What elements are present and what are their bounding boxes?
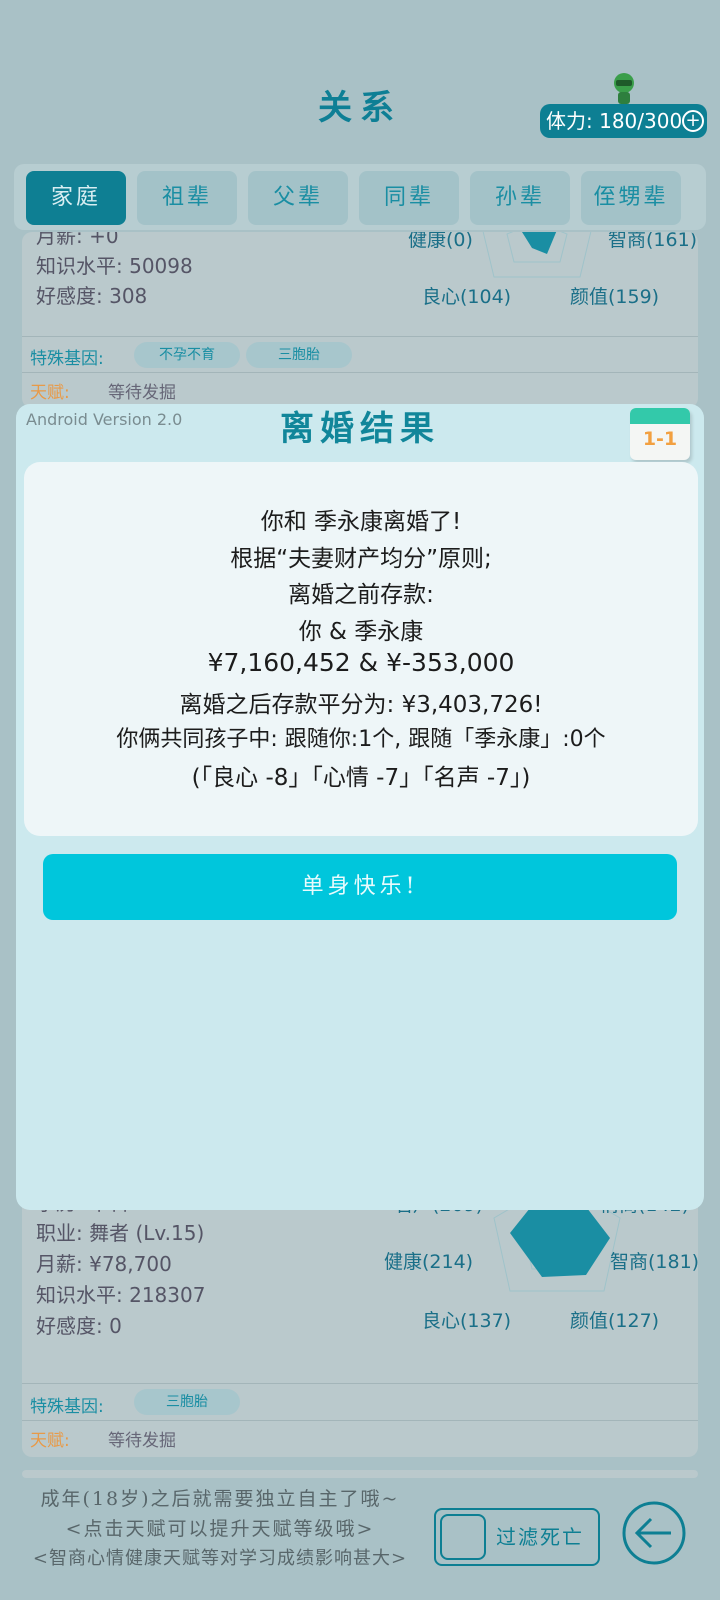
- back-arrow-icon[interactable]: [621, 1500, 687, 1566]
- gene-badge: 三胞胎: [134, 1389, 240, 1415]
- tab-peers[interactable]: 同辈: [359, 171, 459, 225]
- energy-value: 180/300: [599, 109, 683, 133]
- tip-text: <点击天赋可以提升天赋等级哦>: [65, 1518, 375, 1540]
- filter-dead-toggle[interactable]: 过滤死亡: [434, 1508, 600, 1566]
- tab-grandparents[interactable]: 祖辈: [137, 171, 237, 225]
- gene-label: 特殊基因:: [30, 1397, 104, 1417]
- stat-iq: 智商(161): [608, 232, 698, 251]
- energy-indicator: 体力: 180/300 +: [540, 104, 707, 138]
- relative-card[interactable]: [22, 1470, 698, 1478]
- gene-label: 特殊基因:: [30, 349, 104, 369]
- tip-text: <智商心情健康天赋等对学习成绩影响甚大>: [32, 1548, 408, 1569]
- message-line: 你俩共同孩子中: 跟随你:1个, 跟随「季永康」:0个: [116, 727, 606, 752]
- salary-text: 月薪: ¥78,700: [36, 1252, 172, 1276]
- stat-looks: 颜值(159): [570, 286, 660, 308]
- message-line: 离婚之后存款平分为: ¥3,403,726!: [179, 692, 543, 718]
- divider: [22, 336, 698, 337]
- favor-text: 好感度: 0: [36, 1314, 122, 1338]
- gene-badge: 三胞胎: [246, 342, 352, 368]
- knowledge-text: 知识水平: 218307: [36, 1283, 206, 1307]
- tab-parents[interactable]: 父辈: [248, 171, 348, 225]
- calendar-icon: 1-1: [630, 396, 694, 460]
- divider: [22, 1420, 698, 1421]
- stat-iq: 智商(181): [610, 1251, 698, 1273]
- result-message: 你和 季永康离婚了! 根据“夫妻财产均分”原则; 离婚之前存款: 你 & 季永康…: [24, 462, 698, 836]
- talent-label: 天赋:: [30, 383, 70, 403]
- relative-card[interactable]: 月薪: +0 知识水平: 50098 好感度: 308 健康(0) 智商(161…: [22, 232, 698, 408]
- message-line: ¥7,160,452 & ¥-353,000: [207, 648, 515, 677]
- stat-conscience: 良心(137): [422, 1310, 512, 1332]
- relation-tabs: 家庭 祖辈 父辈 同辈 孙辈 侄甥辈: [14, 164, 706, 230]
- favor-text: 好感度: 308: [36, 284, 148, 308]
- confirm-button[interactable]: 单身快乐!: [43, 854, 677, 920]
- salary-text: 月薪: +0: [36, 232, 119, 248]
- avatar-icon: [614, 73, 634, 104]
- stat-health: 健康(0): [408, 232, 473, 251]
- stat-conscience: 良心(104): [422, 286, 512, 308]
- tab-family[interactable]: 家庭: [26, 171, 126, 225]
- dialog-title: 离婚结果: [280, 409, 440, 449]
- tab-grandchildren[interactable]: 孙辈: [470, 171, 570, 225]
- gene-badge: 不孕不育: [134, 342, 240, 368]
- divider: [22, 1383, 698, 1384]
- talent-value[interactable]: 等待发掘: [108, 1426, 176, 1451]
- divider: [22, 372, 698, 373]
- knowledge-text: 知识水平: 50098: [36, 254, 193, 278]
- stat-looks: 颜值(127): [570, 1310, 660, 1332]
- message-line: 根据“夫妻财产均分”原则;: [230, 546, 492, 572]
- calendar-date: 1-1: [642, 428, 678, 450]
- stat-health: 健康(214): [384, 1251, 474, 1273]
- tab-nephews[interactable]: 侄甥辈: [581, 171, 681, 225]
- message-line: 离婚之前存款:: [288, 582, 434, 608]
- plus-icon[interactable]: +: [682, 110, 704, 132]
- message-line: (「良心 -8」「心情 -7」「名声 -7」): [191, 765, 531, 791]
- message-line: 你 & 季永康: [298, 619, 424, 645]
- filter-label: 过滤死亡: [496, 1525, 584, 1549]
- message-line: 你和 季永康离婚了!: [260, 509, 462, 535]
- talent-value[interactable]: 等待发掘: [108, 378, 176, 403]
- divorce-result-dialog: Android Version 2.0 离婚结果 1-1 你和 季永康离婚了! …: [16, 404, 704, 1210]
- energy-label: 体力:: [546, 109, 593, 133]
- job-text: 职业: 舞者 (Lv.15): [36, 1221, 205, 1245]
- tip-text: 成年(18岁)之后就需要独立自主了哦~: [40, 1488, 400, 1510]
- relative-card[interactable]: 学历: 本科 职业: 舞者 (Lv.15) 月薪: ¥78,700 知识水平: …: [22, 1195, 698, 1457]
- talent-label: 天赋:: [30, 1431, 70, 1451]
- checkbox-icon[interactable]: [440, 1514, 486, 1560]
